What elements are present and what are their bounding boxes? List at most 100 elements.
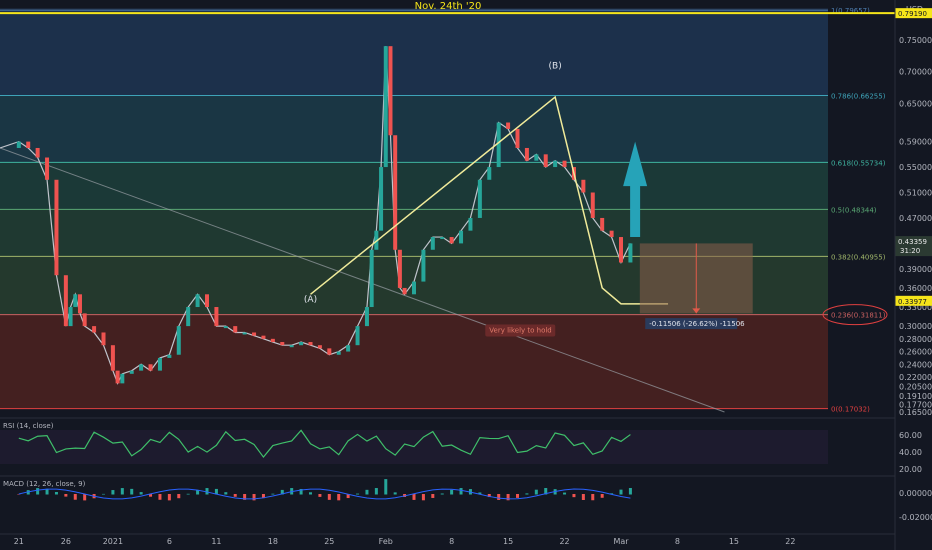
candle <box>299 342 304 346</box>
macd-histogram-bar <box>186 493 190 495</box>
price-tag-sub: 31:20 <box>900 247 920 255</box>
y-tick-label: 0.30000 <box>899 322 932 331</box>
x-tick-label: 22 <box>785 537 795 546</box>
macd-histogram-bar <box>572 494 576 498</box>
macd-histogram-bar <box>233 494 237 497</box>
candle <box>186 307 191 327</box>
candle <box>289 345 294 348</box>
candle <box>346 345 351 352</box>
macd-histogram-bar <box>73 494 77 500</box>
candle <box>524 147 529 161</box>
candle <box>459 230 464 244</box>
macd-histogram-bar <box>421 494 425 501</box>
macd-histogram-bar <box>374 488 378 495</box>
candle <box>63 275 68 327</box>
candle <box>440 237 445 240</box>
fib-level-label: 0.618(0.55734) <box>831 159 886 167</box>
macd-histogram-bar <box>271 493 275 495</box>
x-tick-label: 8 <box>675 537 680 546</box>
candle <box>327 348 332 355</box>
x-tick-label: 18 <box>268 537 278 546</box>
macd-histogram-bar <box>431 494 435 498</box>
candle <box>205 294 209 308</box>
rsi-tick: 40.00 <box>899 448 922 457</box>
candle <box>223 326 228 329</box>
candle <box>92 326 97 333</box>
macd-histogram-bar <box>563 492 567 495</box>
candle <box>619 237 623 263</box>
x-tick-label: Mar <box>613 537 629 546</box>
candle <box>157 357 162 371</box>
candle <box>233 326 238 333</box>
macd-histogram-bar <box>167 494 171 501</box>
macd-histogram-bar <box>393 492 397 495</box>
macd-histogram-bar <box>600 494 604 498</box>
macd-histogram-bar <box>130 488 134 495</box>
candle <box>379 167 384 231</box>
y-tick-label: 0.75000 <box>899 36 932 45</box>
candle <box>270 338 275 343</box>
macd-histogram-bar <box>412 494 416 500</box>
macd-histogram-bar <box>628 488 632 495</box>
y-tick-label: 0.47000 <box>899 214 932 223</box>
fib-level-label: 0.236(0.31811) <box>831 312 886 320</box>
y-tick-label: 0.55000 <box>899 163 932 172</box>
fib-level-label: 0.5(0.48344) <box>831 206 877 214</box>
candle <box>120 373 125 384</box>
x-tick-label: 11 <box>211 537 221 546</box>
y-tick-label: 0.65000 <box>899 99 932 108</box>
rsi-tick: 20.00 <box>899 465 922 474</box>
candle <box>317 345 322 349</box>
macd-histogram-bar <box>337 494 341 501</box>
candle <box>581 179 586 193</box>
measurement-label: -0.11506 (-26.62%) -11506 <box>649 320 745 328</box>
wave-label: (A) <box>304 295 317 305</box>
candle <box>487 167 492 180</box>
candle <box>355 326 360 346</box>
candle <box>364 307 369 327</box>
macd-histogram-bar <box>318 494 322 497</box>
candle <box>397 249 402 288</box>
macd-histogram-bar <box>327 494 331 500</box>
candle <box>129 370 134 374</box>
trading-chart[interactable]: 1(0.79657)0.786(0.66255)0.618(0.55734)0.… <box>0 0 932 550</box>
macd-histogram-bar <box>139 492 143 495</box>
annotation-label: Very likely to hold <box>489 326 551 334</box>
x-tick-label: 21 <box>14 537 24 546</box>
candle <box>280 342 285 346</box>
macd-histogram-bar <box>111 490 115 495</box>
candle <box>393 135 398 250</box>
macd-histogram-bar <box>497 494 501 500</box>
x-tick-label: 25 <box>324 537 334 546</box>
macd-histogram-bar <box>83 494 87 501</box>
candle <box>139 364 144 371</box>
candle <box>388 46 393 136</box>
candle <box>77 294 82 314</box>
candle <box>506 122 511 129</box>
candle <box>176 326 181 355</box>
candle <box>73 294 78 308</box>
y-tick-label: 0.36000 <box>899 284 932 293</box>
candle <box>421 249 426 282</box>
candle <box>600 217 605 231</box>
candle <box>468 217 473 231</box>
candle <box>402 287 407 295</box>
macd-histogram-bar <box>534 489 538 495</box>
chart-stage: 1(0.79657) 0.786(0.66255) 0.618(0.55734) 0.… <box>0 0 932 550</box>
rsi-label: RSI (14, close) <box>3 422 54 430</box>
candle <box>242 332 247 335</box>
y-tick-label: 0.24000 <box>899 360 932 369</box>
candle <box>45 157 50 180</box>
y-tick-label: 0.70000 <box>899 68 932 77</box>
macd-histogram-bar <box>516 494 519 498</box>
price-tag-label: 0.33977 <box>898 298 927 306</box>
x-tick-label: 6 <box>167 537 172 546</box>
y-tick-label: 0.39000 <box>899 265 932 274</box>
macd-histogram-bar <box>64 494 68 497</box>
candle <box>252 332 257 336</box>
macd-histogram-bar <box>591 494 595 501</box>
macd-histogram-bar <box>252 494 256 501</box>
candle <box>261 335 266 339</box>
candle <box>148 364 153 371</box>
candle <box>412 281 416 295</box>
